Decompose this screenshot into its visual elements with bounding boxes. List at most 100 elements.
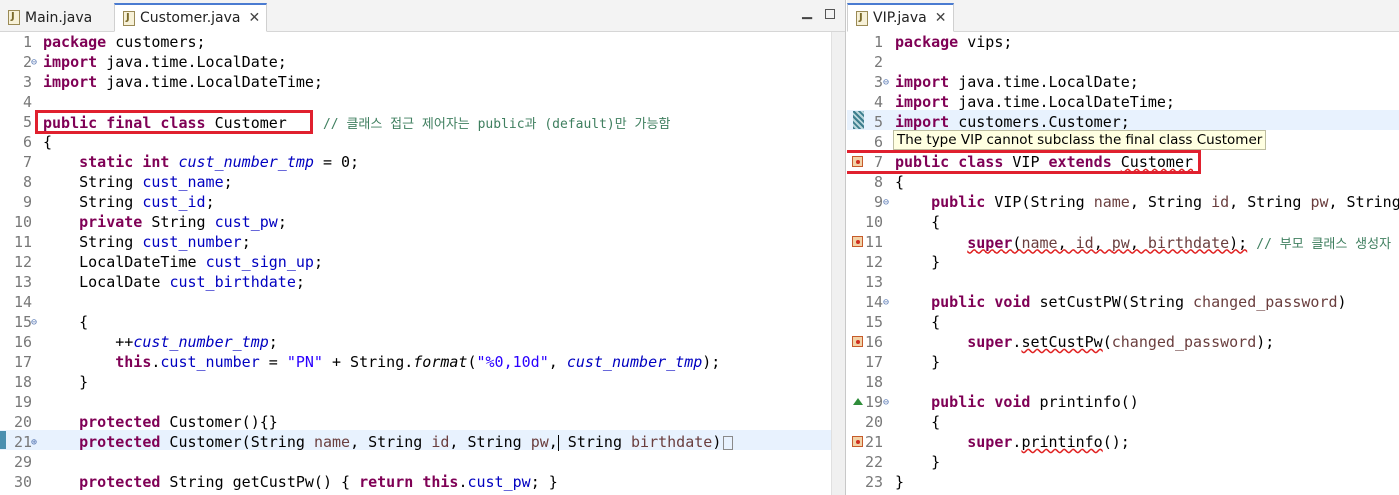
line-number: 14 — [13, 293, 32, 311]
line-number: 4 — [22, 93, 32, 111]
line-number: 14 — [864, 293, 883, 311]
java-file-icon — [856, 10, 868, 26]
code-line: import java.time.LocalDateTime; — [895, 93, 1175, 111]
code-line: } — [895, 253, 941, 271]
code-comment: // 클래스 접근 제어자는 public과 (default)만 가능함 — [322, 116, 671, 132]
tab-vip-java[interactable]: VIP.java ✕ — [847, 3, 954, 32]
code-line: } — [43, 373, 89, 391]
line-number: 23 — [864, 473, 883, 491]
line-number: 16 — [13, 333, 32, 351]
code-line: String cust_number; — [43, 233, 251, 251]
line-number: 18 — [13, 373, 32, 391]
code-line: super.setCustPw(changed_password); — [967, 333, 1275, 351]
line-number: 10 — [864, 213, 883, 231]
java-file-icon — [123, 10, 135, 26]
code-line: import java.time.LocalDateTime; — [43, 73, 323, 91]
code-line: { — [43, 313, 89, 331]
code-line: import java.time.LocalDate; — [43, 53, 287, 71]
tab-label: VIP.java — [873, 10, 927, 26]
line-number: 2 — [873, 53, 883, 71]
error-marker-icon[interactable] — [852, 236, 863, 247]
text-cursor — [557, 434, 559, 451]
tab-main-java[interactable]: Main.java — [0, 3, 98, 32]
line-number: 17 — [13, 353, 32, 371]
close-icon[interactable]: ✕ — [249, 10, 261, 26]
line-number: 15 — [13, 313, 32, 331]
line-number: 6 — [873, 133, 883, 151]
line-number: 11 — [13, 233, 32, 251]
code-editor[interactable]: 1 package vips; 2 3 import java.time.Local… — [847, 32, 1399, 495]
code-line: private String cust_pw; — [79, 213, 287, 231]
fold-collapse-icon[interactable]: ⊖ — [883, 197, 889, 208]
code-line: package customers; — [43, 33, 206, 51]
error-marker-icon[interactable] — [852, 436, 863, 447]
code-line: static int cust_number_tmp = 0; — [79, 153, 360, 171]
line-number: 19 — [13, 393, 32, 411]
fold-collapse-icon[interactable]: ⊖ — [31, 317, 37, 328]
code-line: LocalDateTime cust_sign_up; — [43, 253, 323, 271]
code-line: { — [43, 133, 53, 151]
line-number: 7 — [22, 153, 32, 171]
line-number: 6 — [22, 133, 32, 151]
line-number: 29 — [13, 453, 32, 471]
line-number: 1 — [873, 33, 883, 51]
line-number: 4 — [873, 93, 883, 111]
code-comment: // 부모 클래스 생성자 — [1256, 236, 1392, 252]
code-line: super.printinfo(); — [967, 433, 1130, 451]
line-number: 20 — [13, 413, 32, 431]
tab-label: Main.java — [25, 9, 93, 26]
current-line-marker — [0, 431, 6, 449]
fold-collapse-icon[interactable]: ⊖ — [31, 57, 37, 68]
vip-editor-pane: VIP.java ✕ 1 package vips; 2 3 import java… — [847, 0, 1399, 495]
line-number: 8 — [873, 173, 883, 191]
tab-label: Customer.java — [140, 10, 241, 26]
fold-collapse-icon[interactable]: ⊖ — [883, 397, 889, 408]
code-line: } — [895, 473, 905, 491]
maximize-icon[interactable] — [825, 9, 835, 19]
code-line: } — [895, 353, 941, 371]
close-icon[interactable]: ✕ — [935, 10, 947, 26]
error-marker-icon[interactable] — [852, 336, 863, 347]
folded-code-icon[interactable] — [723, 435, 734, 450]
line-number: 12 — [864, 253, 883, 271]
code-line: { — [895, 313, 941, 331]
line-number: 3 — [22, 73, 32, 91]
code-line: protected String getCustPw() { return th… — [79, 473, 558, 491]
customer-editor-pane: Main.java Customer.java ✕ ▁ 1 package cus… — [0, 0, 846, 495]
line-number: 17 — [864, 353, 883, 371]
minimize-icon[interactable]: ▁ — [802, 5, 812, 20]
line-number: 22 — [864, 453, 883, 471]
code-line: protected Customer(){} — [79, 413, 278, 431]
code-line: public VIP(String name, String id, Strin… — [931, 193, 1399, 211]
line-number: 8 — [22, 173, 32, 191]
line-number: 2 — [22, 53, 32, 71]
code-line: { — [895, 213, 941, 231]
line-number: 18 — [864, 373, 883, 391]
right-tab-bar: VIP.java ✕ — [847, 0, 1399, 32]
line-number: 15 — [864, 313, 883, 331]
vertical-scrollbar[interactable] — [831, 32, 845, 495]
line-number: 12 — [13, 253, 32, 271]
code-line: LocalDate cust_birthdate; — [43, 273, 305, 291]
code-line: } — [895, 453, 941, 471]
error-tooltip: The type VIP cannot subclass the final c… — [893, 130, 1267, 150]
code-line: { — [895, 173, 905, 191]
fold-collapse-icon[interactable]: ⊖ — [883, 77, 889, 88]
line-number: 10 — [13, 213, 32, 231]
line-number: 13 — [864, 273, 883, 291]
fold-collapse-icon[interactable]: ⊖ — [883, 297, 889, 308]
change-marker — [853, 111, 864, 129]
code-editor[interactable]: 1 package customers; 2 import java.time.Lo… — [0, 32, 845, 495]
tab-customer-java[interactable]: Customer.java ✕ — [114, 3, 268, 32]
code-line: package vips; — [895, 33, 1013, 51]
line-number: 9 — [22, 193, 32, 211]
code-line: public void printinfo() — [931, 393, 1139, 411]
line-number: 9 — [873, 193, 883, 211]
code-line: this.cust_number = "PN" + String.format(… — [115, 353, 721, 371]
fold-expand-icon[interactable]: ⊕ — [31, 437, 37, 448]
override-marker-icon[interactable] — [853, 398, 863, 405]
line-number: 13 — [13, 273, 32, 291]
line-number: 5 — [22, 113, 32, 131]
left-tab-bar: Main.java Customer.java ✕ ▁ — [0, 0, 845, 32]
highlight-box-final-class — [35, 110, 313, 134]
